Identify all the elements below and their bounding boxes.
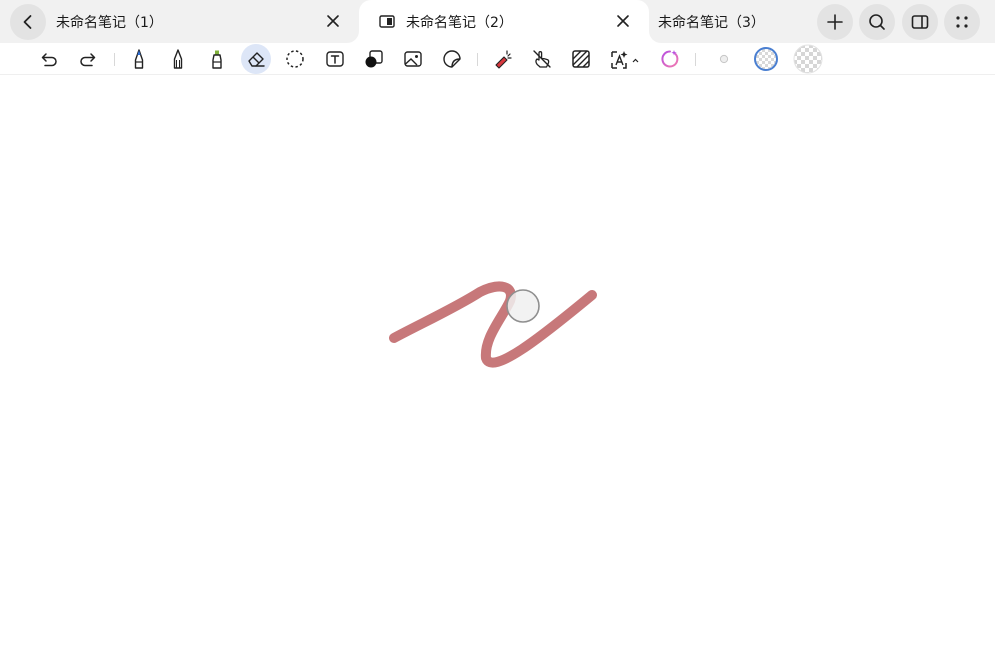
toolbar-divider — [477, 53, 478, 66]
small-dot-size-icon — [719, 54, 729, 64]
lasso-icon — [286, 50, 304, 68]
tab-note-1[interactable]: 未命名笔记（1） — [56, 0, 356, 43]
text-box-tool[interactable] — [320, 44, 350, 74]
pencil-tool[interactable] — [163, 44, 193, 74]
eraser-icon — [248, 52, 265, 67]
note-app: 未命名笔记（1） 未命名笔记（2） 未命名笔记（3） — [0, 0, 995, 654]
pen-tool[interactable] — [124, 44, 154, 74]
tab-label: 未命名笔记（1） — [56, 14, 163, 31]
laser-pointer-icon — [495, 50, 512, 69]
color-swatch-current[interactable] — [751, 44, 781, 74]
tab-bar: 未命名笔记（1） 未命名笔记（2） 未命名笔记（3） — [0, 0, 995, 43]
lasso-tool[interactable] — [280, 44, 310, 74]
toolbar-divider — [695, 53, 696, 66]
redo-button[interactable] — [73, 44, 103, 74]
back-button[interactable] — [10, 4, 46, 40]
eraser-tool[interactable] — [241, 44, 271, 74]
drawing-toolbar — [0, 43, 995, 75]
redo-icon — [80, 53, 96, 67]
sticker-tool[interactable] — [437, 44, 467, 74]
drawing-canvas[interactable] — [0, 76, 995, 654]
current-color-swatch-icon — [754, 47, 778, 71]
new-tab-button[interactable] — [817, 4, 853, 40]
plus-icon — [827, 14, 843, 30]
search-button[interactable] — [859, 4, 895, 40]
tab-note-2[interactable]: 未命名笔记（2） — [359, 0, 649, 43]
transparent-color-swatch-icon — [793, 44, 823, 74]
tab-note-icon — [379, 15, 395, 28]
ai-assistant-button[interactable] — [655, 44, 685, 74]
image-tool[interactable] — [398, 44, 428, 74]
shape-tool[interactable] — [359, 44, 389, 74]
more-grid-icon — [956, 16, 968, 28]
text-box-icon — [326, 51, 344, 67]
pencil-icon — [173, 49, 183, 69]
ink-stroke — [389, 281, 597, 368]
image-icon — [404, 51, 422, 67]
tab-label: 未命名笔记（3） — [658, 14, 765, 31]
marker-icon — [212, 50, 222, 69]
undo-icon — [41, 53, 57, 67]
tab-note-3[interactable]: 未命名笔记（3） — [658, 0, 808, 43]
more-button[interactable] — [944, 4, 980, 40]
back-icon — [23, 15, 32, 29]
pen-icon — [134, 49, 144, 69]
ai-spinner-icon — [661, 50, 679, 68]
undo-button[interactable] — [34, 44, 64, 74]
laser-pointer-tool[interactable] — [487, 44, 517, 74]
color-swatch-transparent[interactable] — [793, 44, 823, 74]
sticker-icon — [443, 50, 461, 68]
shape-icon — [365, 50, 383, 68]
hand-draw-off-icon — [533, 50, 551, 68]
hatch-fill-icon — [572, 50, 590, 68]
tab-close-button[interactable] — [323, 11, 343, 31]
ai-text-tool[interactable] — [606, 44, 642, 74]
close-icon — [327, 15, 339, 27]
tab-label: 未命名笔记（2） — [406, 14, 513, 31]
ai-text-icon — [611, 51, 639, 69]
hand-draw-toggle[interactable] — [527, 44, 557, 74]
search-icon — [869, 14, 885, 30]
toolbar-divider — [114, 53, 115, 66]
sidebar-icon — [911, 15, 929, 29]
marker-tool[interactable] — [202, 44, 232, 74]
sidebar-button[interactable] — [902, 4, 938, 40]
eraser-cursor — [506, 289, 540, 323]
canvas-drawing-layer — [389, 281, 597, 368]
hatch-fill-tool[interactable] — [566, 44, 596, 74]
close-icon — [617, 15, 629, 27]
tab-close-button[interactable] — [613, 11, 633, 31]
stroke-size-selector[interactable] — [709, 44, 739, 74]
